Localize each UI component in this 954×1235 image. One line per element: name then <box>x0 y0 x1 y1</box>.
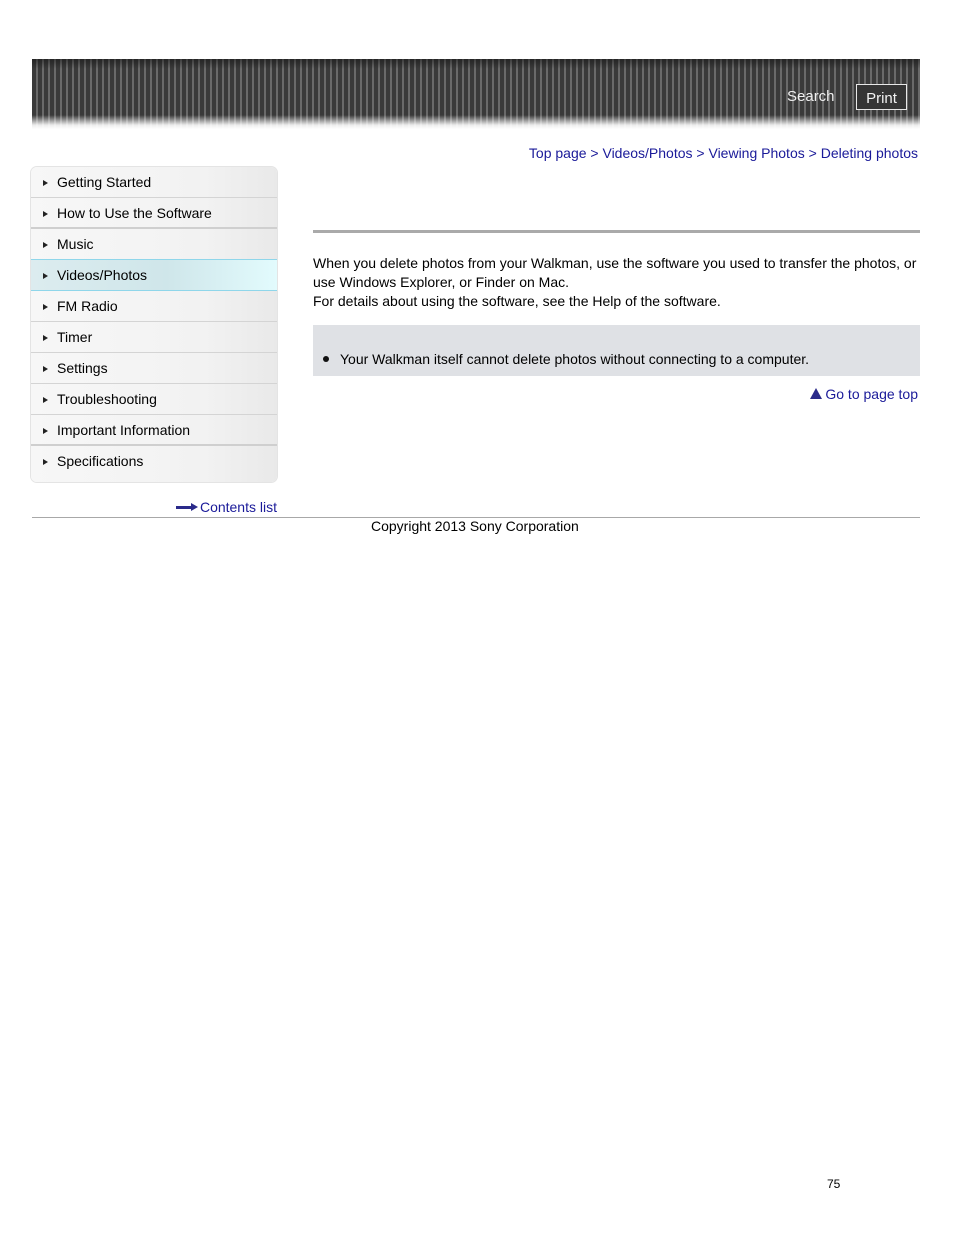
title-divider <box>313 230 920 233</box>
go-to-page-top-label: Go to page top <box>825 386 918 402</box>
print-button[interactable]: Print <box>856 84 907 110</box>
triangle-right-icon <box>43 397 48 403</box>
sidebar-nav: Getting Started How to Use the Software … <box>31 167 277 482</box>
note-text: Your Walkman itself cannot delete photos… <box>340 351 810 367</box>
sidebar-item-label: Music <box>57 236 94 252</box>
sidebar-item-label: Specifications <box>57 453 144 469</box>
contents-list-link[interactable]: Contents list <box>175 499 277 515</box>
breadcrumb-videos-photos[interactable]: Videos/Photos <box>602 145 692 161</box>
sidebar-item-label: Important Information <box>57 422 191 438</box>
triangle-right-icon <box>43 304 48 310</box>
page-number: 75 <box>827 1177 841 1191</box>
sidebar-item-label: Videos/Photos <box>57 267 148 283</box>
copyright-text: Copyright 2013 Sony Corporation <box>371 518 579 534</box>
triangle-right-icon <box>43 428 48 434</box>
triangle-right-icon <box>43 459 48 465</box>
sidebar-item-timer[interactable]: Timer <box>31 322 277 353</box>
sidebar-item-troubleshooting[interactable]: Troubleshooting <box>31 384 277 415</box>
sidebar-item-label: Settings <box>57 360 108 376</box>
sidebar-item-getting-started[interactable]: Getting Started <box>31 167 277 198</box>
paragraph: For details about using the software, se… <box>313 293 721 309</box>
note-item: Your Walkman itself cannot delete photos… <box>323 351 810 367</box>
sidebar-item-fm-radio[interactable]: FM Radio <box>31 291 277 322</box>
breadcrumb-deleting-photos[interactable]: Deleting photos <box>821 145 918 161</box>
breadcrumb: Top page > Videos/Photos > Viewing Photo… <box>529 145 918 161</box>
sidebar-item-label: Timer <box>57 329 93 345</box>
sidebar-item-label: How to Use the Software <box>57 205 212 221</box>
sidebar-item-music[interactable]: Music <box>31 229 277 260</box>
breadcrumb-top-page[interactable]: Top page <box>529 145 587 161</box>
arrow-right-icon <box>175 503 198 511</box>
triangle-up-icon <box>810 388 823 399</box>
sidebar-item-specifications[interactable]: Specifications <box>31 446 277 482</box>
sidebar-item-how-to-use-the-software[interactable]: How to Use the Software <box>31 198 277 229</box>
search-link[interactable]: Search <box>787 88 835 105</box>
go-to-page-top-link[interactable]: Go to page top <box>810 386 918 402</box>
bullet-icon <box>323 356 329 362</box>
triangle-right-icon <box>43 211 48 217</box>
note-box: Your Walkman itself cannot delete photos… <box>313 325 920 376</box>
triangle-right-icon <box>43 335 48 341</box>
sidebar-item-videos-photos[interactable]: Videos/Photos <box>31 259 277 291</box>
breadcrumb-separator: > <box>808 145 817 161</box>
sidebar-item-important-information[interactable]: Important Information <box>31 415 277 446</box>
sidebar-item-label: FM Radio <box>57 298 118 314</box>
sidebar-item-settings[interactable]: Settings <box>31 353 277 384</box>
sidebar-item-label: Getting Started <box>57 174 152 190</box>
paragraph: When you delete photos from your Walkman… <box>313 255 917 290</box>
breadcrumb-separator: > <box>696 145 705 161</box>
triangle-right-icon <box>43 242 48 248</box>
breadcrumb-separator: > <box>590 145 599 161</box>
article-body: When you delete photos from your Walkman… <box>313 254 920 311</box>
sidebar-item-label: Troubleshooting <box>57 391 157 407</box>
contents-list-label: Contents list <box>199 499 277 515</box>
triangle-right-icon <box>43 366 48 372</box>
triangle-right-icon <box>43 273 48 279</box>
triangle-right-icon <box>43 180 48 186</box>
breadcrumb-viewing-photos[interactable]: Viewing Photos <box>708 145 804 161</box>
